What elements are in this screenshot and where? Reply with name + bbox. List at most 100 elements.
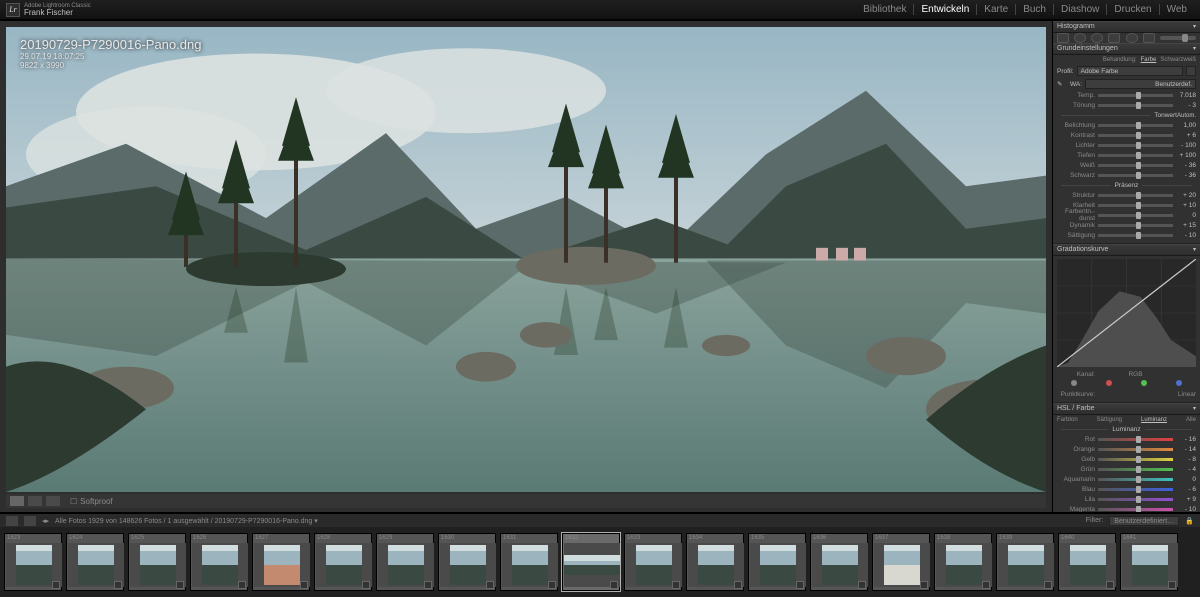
tone-value-3[interactable]: + 100 <box>1176 152 1196 159</box>
thumb-1632[interactable]: 1632 <box>562 533 620 591</box>
curve-channel-dots[interactable] <box>1057 379 1196 387</box>
hsl-slider-3[interactable] <box>1098 468 1173 471</box>
thumb-1637[interactable]: 1637 <box>872 533 930 591</box>
loupe-view-button[interactable] <box>10 496 24 506</box>
compare-view-button[interactable] <box>28 496 42 506</box>
thumb-1635[interactable]: 1635 <box>748 533 806 591</box>
tone-value-5[interactable]: - 36 <box>1176 172 1196 179</box>
thumb-1629[interactable]: 1629 <box>376 533 434 591</box>
hsl-tab-luminanz[interactable]: Luminanz <box>1141 417 1167 423</box>
hsl-value-5[interactable]: - 6 <box>1176 486 1196 493</box>
hsl-tab-farbton[interactable]: Farbton <box>1057 417 1078 423</box>
presence-slider-3[interactable] <box>1098 224 1173 227</box>
module-web[interactable]: Web <box>1160 4 1194 15</box>
tone-slider-0[interactable] <box>1098 124 1173 127</box>
thumb-1624[interactable]: 1624 <box>66 533 124 591</box>
wb-dropdown[interactable]: Benutzerdef. <box>1085 79 1196 89</box>
tone-curve[interactable] <box>1057 259 1196 367</box>
tone-value-0[interactable]: 1,00 <box>1176 122 1196 129</box>
module-diashow[interactable]: Diashow <box>1054 4 1107 15</box>
module-entwickeln[interactable]: Entwickeln <box>914 4 977 15</box>
thumb-1626[interactable]: 1626 <box>190 533 248 591</box>
crop-tool[interactable] <box>1057 33 1069 43</box>
filter-dropdown[interactable]: Benutzerdefiniert… <box>1109 516 1179 526</box>
hsl-value-3[interactable]: - 4 <box>1176 466 1196 473</box>
temp-slider[interactable] <box>1098 94 1173 97</box>
tone-slider-5[interactable] <box>1098 174 1173 177</box>
thumb-1628[interactable]: 1628 <box>314 533 372 591</box>
hsl-value-0[interactable]: - 16 <box>1176 436 1196 443</box>
presence-slider-1[interactable] <box>1098 204 1173 207</box>
presence-value-3[interactable]: + 15 <box>1176 222 1196 229</box>
hsl-slider-4[interactable] <box>1098 478 1173 481</box>
thumb-1638[interactable]: 1638 <box>934 533 992 591</box>
curve-header[interactable]: Gradationskurve <box>1053 244 1200 256</box>
filmstrip-breadcrumb[interactable]: Alle Fotos 1929 von 148626 Fotos / 1 aus… <box>55 517 1080 525</box>
thumb-1631[interactable]: 1631 <box>500 533 558 591</box>
hsl-value-6[interactable]: + 9 <box>1176 496 1196 503</box>
basic-header[interactable]: Grundeinstellungen <box>1053 43 1200 55</box>
tone-slider-1[interactable] <box>1098 134 1173 137</box>
presence-value-2[interactable]: 0 <box>1176 212 1196 219</box>
profile-browser-button[interactable] <box>1186 66 1196 76</box>
module-bibliothek[interactable]: Bibliothek <box>856 4 914 15</box>
thumb-1636[interactable]: 1636 <box>810 533 868 591</box>
thumb-1641[interactable]: 1641 <box>1120 533 1178 591</box>
tone-value-2[interactable]: - 100 <box>1176 142 1196 149</box>
toolstrip-slider[interactable] <box>1160 36 1196 40</box>
thumb-1625[interactable]: 1625 <box>128 533 186 591</box>
thumb-1623[interactable]: 1623 <box>4 533 62 591</box>
module-drucken[interactable]: Drucken <box>1107 4 1159 15</box>
hsl-value-1[interactable]: - 14 <box>1176 446 1196 453</box>
presence-slider-0[interactable] <box>1098 194 1173 197</box>
hsl-slider-1[interactable] <box>1098 448 1173 451</box>
thumb-1634[interactable]: 1634 <box>686 533 744 591</box>
presence-slider-2[interactable] <box>1098 214 1173 217</box>
hsl-tab-sättigung[interactable]: Sättigung <box>1097 417 1122 423</box>
hsl-header[interactable]: HSL / Farbe <box>1053 403 1200 415</box>
presence-slider-4[interactable] <box>1098 234 1173 237</box>
treatment-bw[interactable]: Schwarzweiß <box>1160 57 1196 63</box>
wb-picker-icon[interactable]: ✎ <box>1057 80 1067 88</box>
second-monitor-icon[interactable] <box>6 516 18 526</box>
hsl-slider-5[interactable] <box>1098 488 1173 491</box>
radial-tool[interactable] <box>1126 33 1138 43</box>
thumb-1627[interactable]: 1627 <box>252 533 310 591</box>
hsl-value-7[interactable]: - 10 <box>1176 506 1196 513</box>
presence-value-1[interactable]: + 10 <box>1176 202 1196 209</box>
redeye-tool[interactable] <box>1091 33 1103 43</box>
thumb-1639[interactable]: 1639 <box>996 533 1054 591</box>
curve-point-value[interactable]: Linear <box>1098 391 1196 398</box>
brush-tool[interactable] <box>1143 33 1155 43</box>
tint-slider[interactable] <box>1098 104 1173 107</box>
treatment-color[interactable]: Farbe <box>1141 57 1157 63</box>
spot-tool[interactable] <box>1074 33 1086 43</box>
hsl-tab-alle[interactable]: Alle <box>1186 417 1196 423</box>
thumb-1630[interactable]: 1630 <box>438 533 496 591</box>
histogram-header[interactable]: Histogramm <box>1053 21 1200 33</box>
grid-icon[interactable] <box>24 516 36 526</box>
presence-value-0[interactable]: + 20 <box>1176 192 1196 199</box>
tone-slider-3[interactable] <box>1098 154 1173 157</box>
filmstrip[interactable]: 1623162416251626162716281629163016311632… <box>0 527 1200 597</box>
hsl-slider-2[interactable] <box>1098 458 1173 461</box>
photo-canvas[interactable]: 20190729-P7290016-Pano.dng 29.07.19 18:0… <box>6 27 1046 492</box>
curve-channel-value[interactable]: RGB <box>1098 371 1173 378</box>
hsl-value-2[interactable]: - 8 <box>1176 456 1196 463</box>
hsl-slider-6[interactable] <box>1098 498 1173 501</box>
tone-slider-2[interactable] <box>1098 144 1173 147</box>
tone-auto-button[interactable]: Autom. <box>1177 113 1196 119</box>
hsl-slider-7[interactable] <box>1098 508 1173 511</box>
hsl-slider-0[interactable] <box>1098 438 1173 441</box>
module-karte[interactable]: Karte <box>977 4 1016 15</box>
thumb-1640[interactable]: 1640 <box>1058 533 1116 591</box>
gradient-tool[interactable] <box>1108 33 1120 43</box>
tone-value-1[interactable]: + 6 <box>1176 132 1196 139</box>
softproof-toggle[interactable]: Softproof <box>70 497 113 506</box>
tone-value-4[interactable]: - 36 <box>1176 162 1196 169</box>
presence-value-4[interactable]: - 10 <box>1176 232 1196 239</box>
thumb-1633[interactable]: 1633 <box>624 533 682 591</box>
hsl-value-4[interactable]: 0 <box>1176 476 1196 483</box>
module-buch[interactable]: Buch <box>1016 4 1054 15</box>
filter-lock-icon[interactable]: 🔒 <box>1185 517 1194 525</box>
